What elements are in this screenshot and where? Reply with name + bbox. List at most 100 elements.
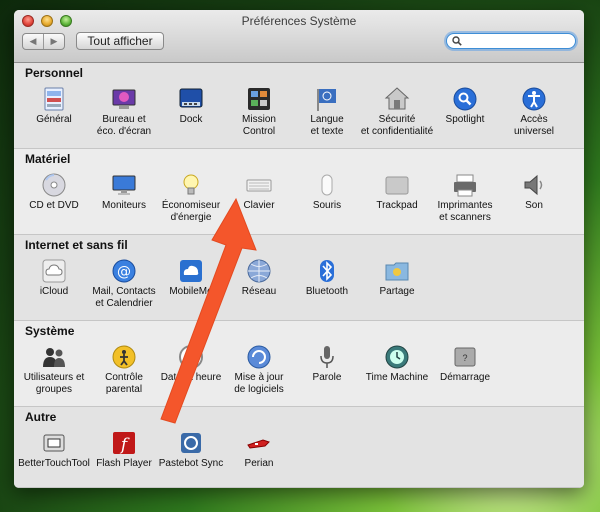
pref-pane-1-6[interactable]: Imprimantes et scanners	[425, 171, 505, 231]
pref-pane-label-line: Parole	[312, 372, 342, 383]
flash-player-icon: f	[113, 432, 135, 455]
language-flag-icon	[317, 89, 336, 111]
pref-pane-label-line: Langue	[310, 114, 344, 125]
pref-pane-label: Démarrage	[425, 372, 505, 384]
network-globe-icon	[247, 259, 271, 283]
bluetooth-icon	[320, 260, 334, 282]
search-icon	[452, 36, 462, 46]
search-input[interactable]	[465, 34, 570, 48]
pref-pane-label: Perian	[219, 458, 299, 470]
parental-controls-icon	[112, 345, 136, 369]
pref-pane-2-4[interactable]: Bluetooth	[287, 257, 367, 317]
general-icon	[44, 87, 64, 111]
section-title: Matériel	[25, 152, 71, 166]
pref-pane-label: BetterTouchTool	[14, 458, 94, 470]
pref-pane-label: Général	[14, 114, 94, 126]
pref-pane-3-4[interactable]: Parole	[287, 343, 367, 403]
startup-disk-icon: ?	[454, 347, 476, 367]
section-1: Matériel CD et DVD Moniteurs Économiseur d'é…	[14, 149, 584, 235]
pref-pane-0-7[interactable]: Accès universel	[494, 85, 574, 145]
system-preferences-window: Préférences Système ◀ ▶ Tout afficher Pe…	[14, 10, 584, 488]
titlebar: Préférences Système ◀ ▶ Tout afficher	[14, 10, 584, 63]
pref-pane-0-4[interactable]: Langue et texte	[287, 85, 367, 145]
pref-pane-label-line: et scanners	[439, 212, 491, 223]
pref-pane-1-4[interactable]: Souris	[287, 171, 367, 231]
at-sign-icon: @	[112, 259, 136, 283]
pastebot-sync-icon	[181, 433, 201, 453]
software-update-icon	[247, 345, 271, 369]
perian-knife-icon	[247, 439, 270, 449]
forward-button[interactable]: ▶	[43, 34, 64, 49]
pref-pane-label-line: Accès	[520, 114, 548, 125]
icloud-icon	[42, 259, 66, 283]
pref-pane-label-line: Imprimantes	[437, 200, 493, 211]
section-title: Système	[25, 324, 75, 338]
pref-pane-label-line: iCloud	[39, 286, 69, 297]
section-3: Système Utilisateurs et groupes Contrôle par…	[14, 321, 584, 407]
cd-dvd-icon	[42, 173, 66, 197]
pref-pane-0-6[interactable]: Spotlight	[425, 85, 505, 145]
security-house-icon	[384, 87, 410, 110]
pref-pane-label-line: Général	[36, 114, 72, 125]
pref-pane-0-0[interactable]: Général	[14, 85, 94, 145]
pref-pane-label: CD et DVD	[14, 200, 94, 212]
desktop-screensaver-icon	[112, 89, 136, 109]
section-title: Autre	[25, 410, 57, 424]
pref-pane-label-line: universel	[513, 126, 555, 137]
mission-control-icon	[248, 88, 270, 110]
printer-icon	[454, 174, 476, 197]
pref-pane-label-line: Son	[525, 200, 543, 211]
pref-pane-label: Bluetooth	[287, 286, 367, 298]
pref-pane-label-line: Démarrage	[439, 372, 491, 383]
show-all-button[interactable]: Tout afficher	[76, 32, 164, 50]
pref-pane-2-5[interactable]: Partage	[357, 257, 437, 317]
dock-icon	[179, 88, 203, 108]
section-0: Personnel Général Bureau et éco. d'écran Doc…	[14, 63, 584, 149]
pref-pane-label-line: groupes	[35, 384, 73, 395]
pref-pane-1-7[interactable]: Son	[494, 171, 574, 231]
trackpad-icon	[385, 176, 409, 195]
bettertouchtool-icon	[43, 434, 65, 452]
mouse-icon	[321, 174, 333, 196]
section-4: Autre BetterTouchTool f Flash Player Pastebo…	[14, 407, 584, 488]
pref-pane-label: Utilisateurs et groupes	[14, 372, 94, 396]
keyboard-icon	[246, 179, 272, 192]
pref-pane-3-0[interactable]: Utilisateurs et groupes	[14, 343, 94, 403]
microphone-icon	[320, 346, 334, 368]
mobileme-icon	[180, 260, 202, 282]
pref-pane-label: Partage	[357, 286, 437, 298]
pref-pane-label: Son	[494, 200, 574, 212]
search-field[interactable]	[446, 33, 576, 49]
pref-pane-label: Langue et texte	[287, 114, 367, 138]
speaker-icon	[524, 174, 543, 196]
pref-pane-label-line: Perian	[244, 458, 274, 469]
spotlight-icon	[453, 87, 477, 111]
svg-text:?: ?	[462, 353, 467, 363]
pref-pane-label-line: Bluetooth	[305, 286, 349, 297]
sharing-folder-icon	[385, 262, 409, 281]
section-2: Internet et sans fil iCloud @ Mail, Contact…	[14, 235, 584, 321]
pref-pane-label: Imprimantes et scanners	[425, 200, 505, 224]
section-title: Personnel	[25, 66, 84, 80]
pref-pane-label-line: Partage	[379, 286, 415, 297]
pref-pane-label: Parole	[287, 372, 367, 384]
time-machine-icon	[385, 345, 409, 369]
section-title: Internet et sans fil	[25, 238, 128, 252]
pref-pane-label-line: et texte	[310, 126, 344, 137]
window-title: Préférences Système	[241, 14, 357, 28]
pref-pane-2-0[interactable]: iCloud	[14, 257, 94, 317]
navigation-buttons: ◀ ▶	[22, 33, 65, 50]
users-icon	[43, 348, 65, 367]
back-button[interactable]: ◀	[23, 34, 43, 49]
lightbulb-icon	[183, 174, 199, 195]
pref-pane-3-6[interactable]: ? Démarrage	[425, 343, 505, 403]
pref-pane-4-0[interactable]: BetterTouchTool	[14, 429, 94, 488]
pref-pane-1-0[interactable]: CD et DVD	[14, 171, 94, 231]
clock-icon	[179, 345, 203, 369]
svg-text:@: @	[117, 264, 131, 280]
pref-pane-label-line: CD et DVD	[29, 200, 79, 211]
pref-pane-4-3[interactable]: Perian	[219, 429, 299, 488]
pref-pane-label-line: BetterTouchTool	[18, 458, 90, 469]
pref-pane-label: iCloud	[14, 286, 94, 298]
monitor-icon	[112, 175, 136, 195]
